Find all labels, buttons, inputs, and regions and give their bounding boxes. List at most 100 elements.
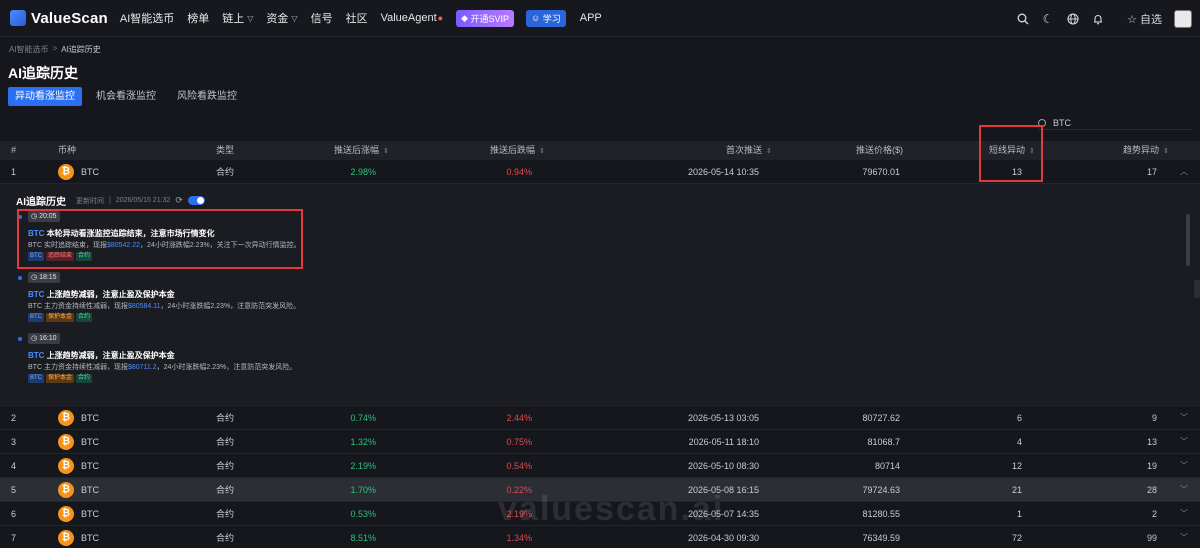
panel-scrollbar[interactable] <box>1186 214 1190 266</box>
row-coin[interactable]: BTC <box>81 502 99 526</box>
entry-desc-prefix: BTC 主力资金持续性减弱，现报 <box>28 364 128 371</box>
row-index: 4 <box>11 461 17 471</box>
row-trend: 19 <box>1146 461 1157 471</box>
entry-symbol[interactable]: BTC <box>28 351 44 360</box>
learn-label: 学习 <box>542 13 561 24</box>
row-coin[interactable]: BTC <box>81 406 99 430</box>
chevron-down-icon[interactable]: ﹀ <box>1180 454 1188 478</box>
nav-item-ai-coin-selection[interactable]: AI智能选币 <box>120 10 174 26</box>
table-row[interactable]: 3 ₿ BTC 合约 1.32% 0.75% 2026-05-11 18:10 … <box>0 430 1200 454</box>
entry-desc-prefix: BTC 主力资金持续性减弱，现报 <box>28 303 128 310</box>
entry-title-text: 上涨趋势减弱，注意止盈及保护本金 <box>46 351 175 360</box>
bell-icon[interactable] <box>1091 12 1105 26</box>
bitcoin-icon: ₿ <box>58 530 74 546</box>
globe-icon[interactable] <box>1066 12 1080 26</box>
favorites-button[interactable]: ☆ 自选 <box>1127 11 1162 27</box>
refresh-icon[interactable]: ⟳ <box>175 195 183 206</box>
divider: | <box>109 197 111 204</box>
col-trend-anomaly[interactable]: 趋势异动 ⇕ <box>1123 141 1169 160</box>
row-type: 合约 <box>216 437 235 447</box>
vip-label: 开通SVIP <box>470 13 510 24</box>
search-input[interactable]: BTC <box>1038 116 1193 130</box>
chevron-down-icon[interactable]: ﹀ <box>1180 430 1188 454</box>
tag-contract: 合约 <box>76 313 93 322</box>
row-short: 21 <box>1011 485 1022 495</box>
col-type: 类型 <box>216 145 235 155</box>
highlight-box-entry <box>17 209 303 269</box>
row-price: 80727.62 <box>862 413 900 423</box>
chevron-down-icon[interactable]: ﹀ <box>1180 478 1188 502</box>
tag-contract: 合约 <box>76 374 93 383</box>
search-icon[interactable] <box>1016 12 1030 26</box>
learn-button[interactable]: ☺ 学习 <box>526 9 566 27</box>
row-type: 合约 <box>216 509 235 519</box>
entry-desc-suffix: ，24小时涨跌幅2.23%，注意防范突发风险。 <box>160 303 301 310</box>
table-row[interactable]: 7 ₿ BTC 合约 8.51% 1.34% 2026-04-30 09:30 … <box>0 526 1200 548</box>
row-coin[interactable]: BTC <box>81 430 99 454</box>
highlight-box-short-anomaly <box>979 125 1043 182</box>
row-trend: 2 <box>1151 509 1157 519</box>
row-coin[interactable]: BTC <box>81 478 99 502</box>
col-first-push[interactable]: 首次推送 ⇕ <box>726 141 772 160</box>
side-handle[interactable] <box>1194 280 1200 298</box>
search-value: BTC <box>1053 117 1071 128</box>
col-post-rise[interactable]: 推送后涨幅 ⇕ <box>334 141 389 160</box>
row-index: 6 <box>11 509 17 519</box>
chevron-down-icon[interactable]: ﹀ <box>1180 526 1188 548</box>
bitcoin-icon: ₿ <box>58 410 74 426</box>
row-index: 1 <box>11 167 17 177</box>
row-coin[interactable]: BTC <box>81 526 99 548</box>
nav-item-rankings[interactable]: 榜单 <box>187 10 209 26</box>
col-index: # <box>11 145 17 155</box>
nav-item-valueagent-label: ValueAgent <box>380 12 437 24</box>
row-type: 合约 <box>216 533 235 543</box>
row-price: 81068.7 <box>867 437 900 447</box>
nav-item-funds[interactable]: 资金 ▽ <box>266 10 297 26</box>
nav-item-funds-label: 资金 <box>266 13 289 25</box>
tag-status: 保护本金 <box>46 313 75 322</box>
table-row[interactable]: 4 ₿ BTC 合约 2.19% 0.54% 2026-05-10 08:30 … <box>0 454 1200 478</box>
nav-item-onchain[interactable]: 链上 ▽ <box>222 10 253 26</box>
entry-time: 16:10 <box>39 335 57 342</box>
vip-button[interactable]: ◆ 开通SVIP <box>456 9 515 27</box>
diamond-icon: ◆ <box>461 12 471 23</box>
avatar[interactable] <box>1174 9 1192 28</box>
row-coin[interactable]: BTC <box>81 454 99 478</box>
entry-desc: BTC 主力资金持续性减弱，现报$80584.11，24小时涨跌幅2.23%，注… <box>28 301 300 311</box>
nav-item-app[interactable]: APP <box>580 12 602 24</box>
row-first-push: 2026-05-11 18:10 <box>688 437 759 447</box>
chevron-down-icon[interactable]: ﹀ <box>1180 502 1188 526</box>
tag-status: 保护本金 <box>46 374 75 383</box>
chevron-down-icon: ▽ <box>247 13 254 23</box>
row-rise: 1.70% <box>350 485 376 495</box>
row-coin[interactable]: BTC <box>81 160 99 184</box>
chevron-down-icon[interactable]: ﹀ <box>1180 406 1188 430</box>
col-post-fall[interactable]: 推送后跌幅 ⇕ <box>490 141 545 160</box>
row-price: 81280.55 <box>862 509 900 519</box>
auto-refresh-toggle[interactable] <box>187 196 205 205</box>
tab-opportunity-bullish[interactable]: 机会看涨监控 <box>89 87 163 106</box>
row-price: 80714 <box>874 461 900 471</box>
nav-item-signals[interactable]: 信号 <box>311 10 333 26</box>
moon-icon[interactable]: ☾ <box>1041 12 1055 26</box>
tab-risk-bearish[interactable]: 风险看跌监控 <box>170 87 244 106</box>
chevron-up-icon[interactable]: ︿ <box>1180 160 1188 184</box>
breadcrumb-current: AI追踪历史 <box>61 45 101 54</box>
entry-title: BTC 上涨趋势减弱，注意止盈及保护本金 <box>28 350 175 361</box>
row-first-push: 2026-05-14 10:35 <box>687 167 759 177</box>
nav-item-valueagent[interactable]: ValueAgent ● <box>381 12 444 24</box>
updated-label: 更新时间 <box>76 197 104 205</box>
sort-icon: ⇕ <box>383 148 389 155</box>
breadcrumb-root[interactable]: AI智能选币 <box>9 44 49 55</box>
tab-anomaly-bullish[interactable]: 异动看涨监控 <box>8 87 82 106</box>
row-price: 76349.59 <box>862 533 900 543</box>
row-index: 5 <box>11 485 17 495</box>
table-row[interactable]: 2 ₿ BTC 合约 0.74% 2.44% 2026-05-13 03:05 … <box>0 406 1200 430</box>
entry-symbol[interactable]: BTC <box>28 290 44 299</box>
sort-icon: ⇕ <box>766 148 772 155</box>
brand-logo[interactable]: ValueScan <box>10 10 108 27</box>
breadcrumb-separator: > <box>52 44 58 53</box>
entry-desc-suffix: ，24小时涨跌幅2.23%，注意防范突发风险。 <box>156 364 297 371</box>
nav-item-community[interactable]: 社区 <box>346 10 368 26</box>
row-fall: 0.94% <box>506 167 532 177</box>
